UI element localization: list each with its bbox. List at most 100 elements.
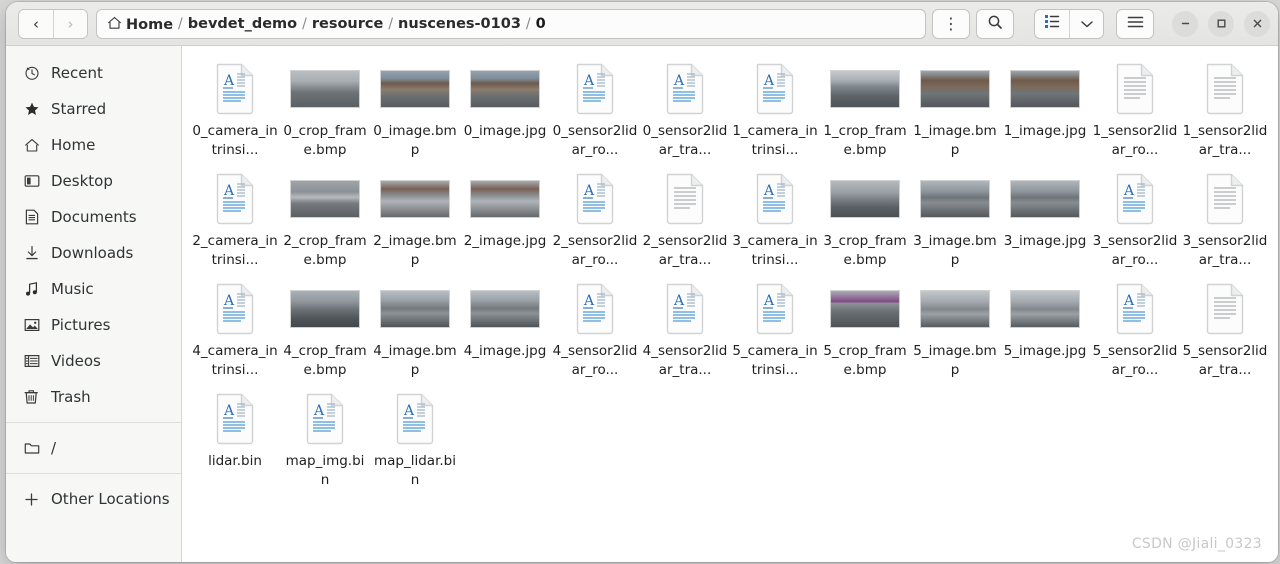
file-item[interactable]: 1_crop_frame.bmp xyxy=(820,56,910,166)
file-name: 2_camera_intrinsi... xyxy=(192,233,278,268)
sidebar-divider xyxy=(6,473,181,474)
file-item[interactable]: A 0_sensor2lidar_ro... xyxy=(550,56,640,166)
file-item[interactable]: 3_image.bmp xyxy=(910,166,1000,276)
file-item[interactable]: 0_image.jpg xyxy=(460,56,550,166)
file-item[interactable]: 1_sensor2lidar_tra... xyxy=(1180,56,1270,166)
file-item[interactable]: 4_image.bmp xyxy=(370,276,460,386)
svg-text:A: A xyxy=(403,403,415,419)
breadcrumb[interactable]: Home / bevdet_demo / resource / nuscenes… xyxy=(96,8,926,39)
file-item[interactable]: A 2_sensor2lidar_ro... xyxy=(550,166,640,276)
file-thumbnail: A xyxy=(552,60,638,118)
sidebar-item-root[interactable]: / xyxy=(6,430,181,466)
file-item[interactable]: A lidar.bin xyxy=(190,386,280,496)
text-document-icon: A xyxy=(213,392,257,446)
file-thumbnail xyxy=(822,60,908,118)
file-item[interactable]: 4_image.jpg xyxy=(460,276,550,386)
file-name: 1_sensor2lidar_tra... xyxy=(1182,123,1268,158)
main-menu-button[interactable] xyxy=(1116,8,1154,39)
overflow-menu-button[interactable]: ⋮ xyxy=(932,8,970,39)
sidebar-item-starred[interactable]: Starred xyxy=(6,91,181,127)
file-item[interactable]: A 4_camera_intrinsi... xyxy=(190,276,280,386)
sidebar-item-pictures[interactable]: Pictures xyxy=(6,307,181,343)
file-item[interactable]: 2_sensor2lidar_tra... xyxy=(640,166,730,276)
list-view-button[interactable] xyxy=(1035,10,1069,38)
text-document-icon: A xyxy=(1113,172,1157,226)
file-item[interactable]: 1_image.bmp xyxy=(910,56,1000,166)
file-item[interactable]: A 3_camera_intrinsi... xyxy=(730,166,820,276)
file-item[interactable]: 5_crop_frame.bmp xyxy=(820,276,910,386)
file-item[interactable]: 3_sensor2lidar_tra... xyxy=(1180,166,1270,276)
file-item[interactable]: A map_lidar.bin xyxy=(370,386,460,496)
svg-text:A: A xyxy=(583,183,595,199)
breadcrumb-item-resource[interactable]: resource xyxy=(312,16,383,32)
file-item[interactable]: 1_sensor2lidar_ro... xyxy=(1090,56,1180,166)
sidebar: Recent Starred Home Desktop Documents Do… xyxy=(6,46,182,562)
sidebar-item-other-locations[interactable]: Other Locations xyxy=(6,481,181,517)
forward-button[interactable]: › xyxy=(53,9,87,38)
file-item[interactable]: A 5_camera_intrinsi... xyxy=(730,276,820,386)
sidebar-item-downloads[interactable]: Downloads xyxy=(6,235,181,271)
file-item[interactable]: A map_img.bin xyxy=(280,386,370,496)
plain-document-icon xyxy=(663,172,707,226)
image-preview-icon xyxy=(921,181,989,217)
file-item[interactable]: 0_crop_frame.bmp xyxy=(280,56,370,166)
sidebar-item-desktop[interactable]: Desktop xyxy=(6,163,181,199)
file-item[interactable]: A 5_sensor2lidar_ro... xyxy=(1090,276,1180,386)
breadcrumb-item-nuscenes-0103[interactable]: nuscenes-0103 xyxy=(398,16,521,32)
file-item[interactable]: A 1_camera_intrinsi... xyxy=(730,56,820,166)
file-item[interactable]: A 4_sensor2lidar_ro... xyxy=(550,276,640,386)
close-button[interactable] xyxy=(1244,10,1270,37)
file-item[interactable]: A 4_sensor2lidar_tra... xyxy=(640,276,730,386)
hamburger-menu-icon xyxy=(1127,14,1144,33)
sidebar-item-trash[interactable]: Trash xyxy=(6,379,181,415)
file-item[interactable]: 2_image.jpg xyxy=(460,166,550,276)
sidebar-item-home[interactable]: Home xyxy=(6,127,181,163)
file-item[interactable]: 1_image.jpg xyxy=(1000,56,1090,166)
back-button[interactable]: ‹ xyxy=(19,9,53,38)
breadcrumb-item-bevdet_demo[interactable]: bevdet_demo xyxy=(188,16,297,32)
breadcrumb-separator: / xyxy=(302,15,307,32)
file-list-pane[interactable]: A 0_camera_intrinsi... 0_crop_frame.bmp 0_… xyxy=(182,46,1278,562)
search-icon xyxy=(987,14,1003,34)
breadcrumb-item-home[interactable]: Home xyxy=(107,15,173,33)
breadcrumb-item-current[interactable]: 0 xyxy=(536,16,546,32)
image-preview-icon xyxy=(291,291,359,327)
file-name: 4_crop_frame.bmp xyxy=(283,343,367,378)
file-item[interactable]: 5_image.jpg xyxy=(1000,276,1090,386)
file-item[interactable]: 3_crop_frame.bmp xyxy=(820,166,910,276)
file-item[interactable]: 0_image.bmp xyxy=(370,56,460,166)
sidebar-item-music[interactable]: Music xyxy=(6,271,181,307)
file-item[interactable]: A 0_camera_intrinsi... xyxy=(190,56,280,166)
view-options-dropdown[interactable] xyxy=(1069,9,1103,38)
plain-document-icon xyxy=(1203,282,1247,336)
svg-text:A: A xyxy=(583,73,595,89)
maximize-button[interactable] xyxy=(1208,10,1234,37)
image-preview-icon xyxy=(471,71,539,107)
text-document-icon: A xyxy=(303,392,347,446)
file-item[interactable]: 3_image.jpg xyxy=(1000,166,1090,276)
sidebar-item-documents[interactable]: Documents xyxy=(6,199,181,235)
file-grid: A 0_camera_intrinsi... 0_crop_frame.bmp 0_… xyxy=(190,56,1272,496)
view-mode-group xyxy=(1034,8,1104,39)
image-preview-icon xyxy=(1011,181,1079,217)
file-item[interactable]: 4_crop_frame.bmp xyxy=(280,276,370,386)
search-button[interactable] xyxy=(976,8,1014,39)
sidebar-item-videos[interactable]: Videos xyxy=(6,343,181,379)
file-item[interactable]: 2_crop_frame.bmp xyxy=(280,166,370,276)
close-icon xyxy=(1253,19,1261,28)
file-name: 1_sensor2lidar_ro... xyxy=(1092,123,1178,158)
file-name: 3_sensor2lidar_tra... xyxy=(1182,233,1268,268)
file-name: 0_sensor2lidar_ro... xyxy=(552,123,638,158)
file-item[interactable]: A 2_camera_intrinsi... xyxy=(190,166,280,276)
home-icon xyxy=(107,16,122,34)
header-bar: ‹ › Home / bevdet_demo / resource / nusc… xyxy=(6,2,1278,46)
file-item[interactable]: A 0_sensor2lidar_tra... xyxy=(640,56,730,166)
sidebar-item-recent[interactable]: Recent xyxy=(6,55,181,91)
file-item[interactable]: 2_image.bmp xyxy=(370,166,460,276)
minimize-button[interactable] xyxy=(1172,10,1198,37)
file-item[interactable]: 5_image.bmp xyxy=(910,276,1000,386)
file-item[interactable]: 5_sensor2lidar_tra... xyxy=(1180,276,1270,386)
file-item[interactable]: A 3_sensor2lidar_ro... xyxy=(1090,166,1180,276)
file-thumbnail xyxy=(912,60,998,118)
file-name: 4_sensor2lidar_tra... xyxy=(642,343,728,378)
